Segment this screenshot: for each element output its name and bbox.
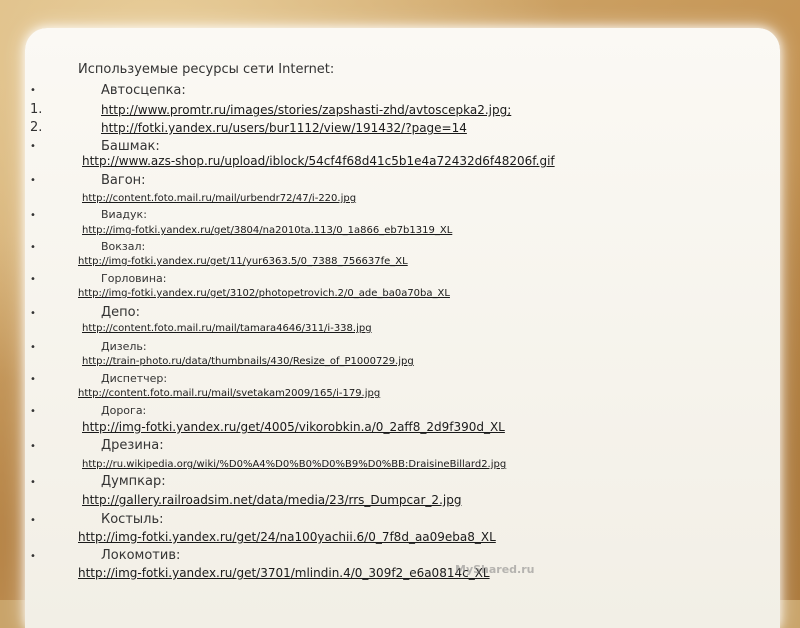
- source-link[interactable]: http://img-fotki.yandex.ru/get/3804/na20…: [82, 225, 452, 236]
- item-label: Дрезина:: [101, 438, 164, 453]
- item-label: Дорога:: [101, 404, 147, 417]
- source-link[interactable]: http://content.foto.mail.ru/mail/svetaka…: [78, 388, 380, 399]
- bullet: •: [30, 175, 36, 186]
- list-item: • Дрезина:: [0, 438, 800, 456]
- list-item: • Дизель:: [0, 340, 800, 356]
- list-item: http://img-fotki.yandex.ru/get/3102/phot…: [0, 288, 800, 304]
- source-link[interactable]: http://www.azs-shop.ru/upload/iblock/54c…: [82, 154, 555, 168]
- item-label: Вагон:: [101, 173, 146, 188]
- list-item: • Костыль:: [0, 512, 800, 530]
- source-link[interactable]: http://img-fotki.yandex.ru/get/3102/phot…: [78, 288, 450, 299]
- source-link[interactable]: http://fotki.yandex.ru/users/bur1112/vie…: [101, 121, 467, 135]
- list-item: http://img-fotki.yandex.ru/get/11/yur636…: [0, 256, 800, 272]
- list-item: http://gallery.railroadsim.net/data/medi…: [0, 493, 800, 511]
- item-label: Горловина:: [101, 272, 167, 285]
- source-link[interactable]: http://img-fotki.yandex.ru/get/11/yur636…: [78, 256, 408, 267]
- item-label: Думпкар:: [101, 474, 166, 489]
- item-label: Башмак:: [101, 139, 160, 154]
- item-label: Диспетчер:: [101, 372, 168, 385]
- list-item: • Дорога:: [0, 404, 800, 420]
- source-link[interactable]: http://ru.wikipedia.org/wiki/%D0%A4%D0%B…: [82, 459, 506, 470]
- slide-title: Используемые ресурсы сети Internet:: [78, 62, 335, 77]
- list-item: • Виадук:: [0, 208, 800, 224]
- bullet: •: [30, 374, 36, 385]
- item-label: Автосцепка:: [101, 83, 186, 98]
- list-item: http://content.foto.mail.ru/mail/tamara4…: [0, 323, 800, 339]
- list-item: • Локомотив:: [0, 548, 800, 566]
- item-label: Локомотив:: [101, 548, 181, 563]
- source-link[interactable]: http://content.foto.mail.ru/mail/tamara4…: [82, 323, 372, 334]
- list-item: 2. http://fotki.yandex.ru/users/bur1112/…: [0, 120, 800, 138]
- item-label: Вокзал:: [101, 240, 146, 253]
- list-item: • Депо:: [0, 305, 800, 323]
- bullet: •: [30, 477, 36, 488]
- slide-content: Используемые ресурсы сети Internet: • Ав…: [0, 0, 800, 600]
- list-item: http://img-fotki.yandex.ru/get/3804/na20…: [0, 225, 800, 241]
- bullet: •: [30, 406, 36, 417]
- source-link[interactable]: http://img-fotki.yandex.ru/get/3701/mlin…: [78, 566, 490, 580]
- source-link[interactable]: http://content.foto.mail.ru/mail/urbendr…: [82, 193, 356, 204]
- bullet: •: [30, 242, 36, 253]
- bullet: •: [30, 85, 36, 96]
- list-item: • Вагон:: [0, 172, 800, 190]
- bullet: •: [30, 551, 36, 562]
- bullet: •: [30, 515, 36, 526]
- list-item: http://img-fotki.yandex.ru/get/3701/mlin…: [0, 566, 800, 584]
- list-item: http://content.foto.mail.ru/mail/urbendr…: [0, 193, 800, 209]
- bullet: •: [30, 441, 36, 452]
- source-link[interactable]: http://train-photo.ru/data/thumbnails/43…: [82, 356, 414, 367]
- item-label: Виадук:: [101, 208, 147, 221]
- number: 2.: [30, 120, 43, 135]
- list-item: • Горловина:: [0, 272, 800, 288]
- list-item: http://www.azs-shop.ru/upload/iblock/54c…: [0, 153, 800, 171]
- bullet: •: [30, 141, 36, 152]
- number: 1.: [30, 102, 43, 117]
- list-item: • Вокзал:: [0, 240, 800, 256]
- source-link[interactable]: http://img-fotki.yandex.ru/get/4005/viko…: [82, 420, 505, 434]
- watermark: MyShared.ru: [455, 563, 535, 576]
- item-label: Костыль:: [101, 512, 164, 527]
- list-item: http://ru.wikipedia.org/wiki/%D0%A4%D0%B…: [0, 459, 800, 475]
- item-label: Депо:: [101, 305, 140, 320]
- list-item: http://content.foto.mail.ru/mail/svetaka…: [0, 388, 800, 404]
- bullet: •: [30, 210, 36, 221]
- list-item: http://img-fotki.yandex.ru/get/24/na100y…: [0, 530, 800, 548]
- list-item: http://train-photo.ru/data/thumbnails/43…: [0, 356, 800, 372]
- bullet: •: [30, 342, 36, 353]
- source-link[interactable]: http://gallery.railroadsim.net/data/medi…: [82, 493, 461, 507]
- list-item: • Диспетчер:: [0, 372, 800, 388]
- bullet: •: [30, 308, 36, 319]
- list-item: • Думпкар:: [0, 474, 800, 492]
- item-label: Дизель:: [101, 340, 147, 353]
- list-item: http://img-fotki.yandex.ru/get/4005/viko…: [0, 420, 800, 438]
- list-item: • Автосцепка:: [0, 82, 800, 100]
- source-link[interactable]: http://www.promtr.ru/images/stories/zaps…: [101, 103, 511, 117]
- source-link[interactable]: http://img-fotki.yandex.ru/get/24/na100y…: [78, 530, 496, 544]
- list-item: 1. http://www.promtr.ru/images/stories/z…: [0, 102, 800, 120]
- bullet: •: [30, 274, 36, 285]
